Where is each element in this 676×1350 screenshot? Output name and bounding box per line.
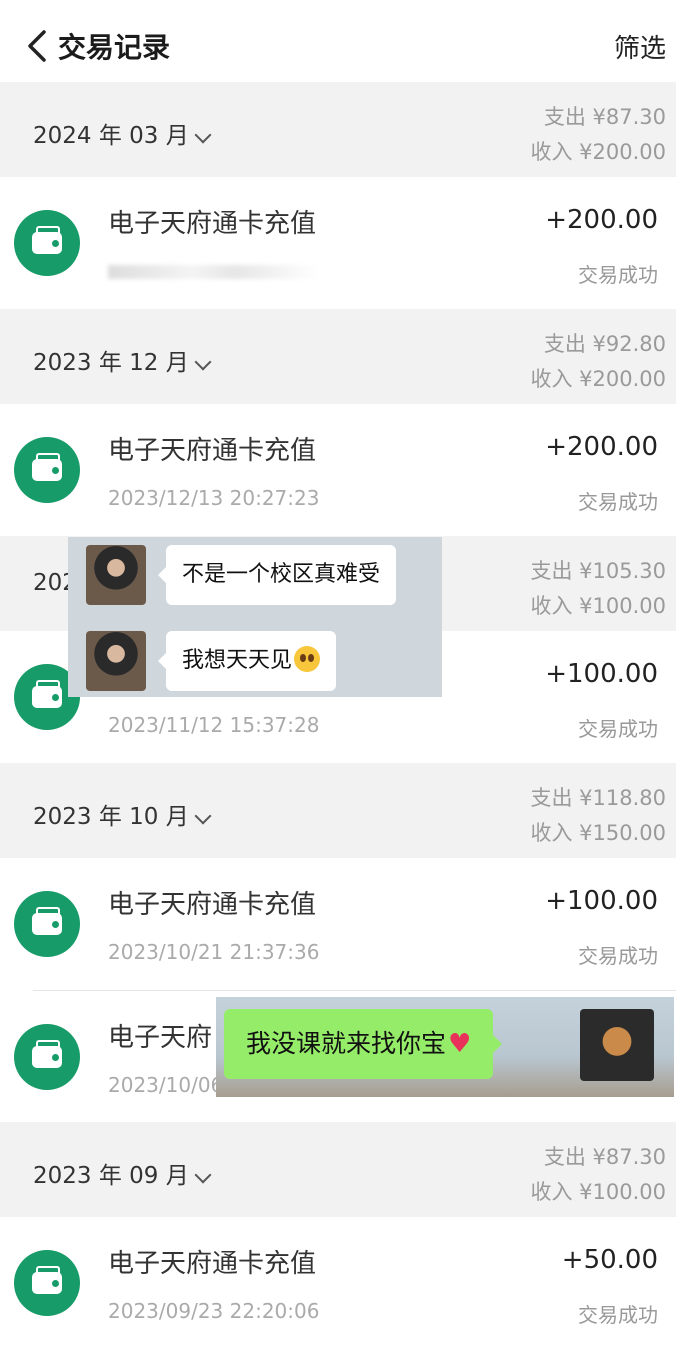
income-total: 收入 ¥100.00: [530, 594, 666, 618]
blurred-timestamp: [108, 265, 318, 279]
transaction-name: 电子天府: [108, 1023, 213, 1053]
wallet-icon: [14, 1024, 80, 1090]
chat-screenshot-overlay: 我没课就来找你宝♥: [216, 997, 674, 1097]
month-summary: 支出 ¥87.30 收入 ¥200.00: [530, 100, 666, 170]
transaction-name: 电子天府通卡充值: [108, 209, 317, 239]
wallet-icon: [14, 1250, 80, 1316]
transaction-time: 2023/11/12 15:37:28: [108, 713, 320, 737]
month-selector[interactable]: 2023 年 10 月: [33, 797, 212, 831]
top-bar: 交易记录 筛选: [0, 0, 676, 82]
transaction-status: 交易成功: [578, 944, 658, 968]
transaction-name: 电子天府通卡充值: [108, 1249, 317, 1279]
avatar: [580, 1009, 654, 1081]
transaction-status: 交易成功: [578, 1303, 658, 1327]
expense-total: 支出 ¥87.30: [543, 1145, 666, 1169]
month-selector[interactable]: 2023 年 09 月: [33, 1156, 212, 1190]
transaction-amount: +100.00: [545, 886, 658, 916]
transaction-status: 交易成功: [578, 263, 658, 287]
pleading-face-icon: [294, 646, 321, 672]
wallet-icon: [14, 210, 80, 276]
expense-total: 支出 ¥87.30: [543, 105, 666, 129]
wallet-icon: [14, 437, 80, 503]
month-header: 2024 年 03 月 支出 ¥87.30 收入 ¥200.00: [0, 82, 676, 177]
month-summary: 支出 ¥118.80 收入 ¥150.00: [530, 781, 666, 851]
transaction-amount: +50.00: [561, 1245, 658, 1275]
income-total: 收入 ¥200.00: [530, 140, 666, 164]
month-header: 2023 年 12 月 支出 ¥92.80 收入 ¥200.00: [0, 309, 676, 404]
month-selector[interactable]: 2024 年 03 月: [33, 116, 212, 150]
transaction-row[interactable]: 电子天府通卡充值 2023/12/13 20:27:23 +200.00 交易成…: [0, 404, 676, 537]
transaction-time: 2023/10/21 21:37:36: [108, 940, 320, 964]
page-title: 交易记录: [58, 31, 171, 64]
transaction-status: 交易成功: [578, 717, 658, 741]
chevron-down-icon: [194, 1166, 212, 1184]
avatar: [86, 631, 146, 691]
month-selector[interactable]: 2023 年 12 月: [33, 343, 212, 377]
chevron-down-icon: [194, 807, 212, 825]
filter-button[interactable]: 筛选: [614, 28, 666, 65]
month-header: 2023 年 09 月 支出 ¥87.30 收入 ¥100.00: [0, 1122, 676, 1217]
transaction-amount: +200.00: [545, 205, 658, 235]
chat-bubble: 我没课就来找你宝♥: [224, 1009, 503, 1079]
expense-total: 支出 ¥105.30: [530, 559, 666, 583]
transaction-row[interactable]: 电子天府通卡充值 +200.00 交易成功: [0, 177, 676, 310]
wallet-icon: [14, 891, 80, 957]
back-chevron-icon[interactable]: [22, 26, 54, 66]
income-total: 收入 ¥150.00: [530, 821, 666, 845]
month-summary: 支出 ¥87.30 收入 ¥100.00: [530, 1140, 666, 1210]
month-header: 2023 年 10 月 支出 ¥118.80 收入 ¥150.00: [0, 763, 676, 858]
transaction-amount: +100.00: [545, 659, 658, 689]
transaction-time: 2023/10/06: [108, 1073, 224, 1097]
income-total: 收入 ¥100.00: [530, 1180, 666, 1204]
transaction-row[interactable]: 电子天府通卡充值 2023/09/23 22:20:06 +50.00 交易成功: [0, 1217, 676, 1350]
chat-bubble: 不是一个校区真难受: [157, 545, 397, 605]
chat-bubble: 我想天天见: [157, 631, 337, 691]
month-summary: 支出 ¥105.30 收入 ¥100.00: [530, 554, 666, 624]
chevron-down-icon: [194, 353, 212, 371]
transaction-amount: +200.00: [545, 432, 658, 462]
transaction-name: 电子天府通卡充值: [108, 890, 317, 920]
transaction-time: 2023/09/23 22:20:06: [108, 1299, 320, 1323]
transaction-status: 交易成功: [578, 490, 658, 514]
month-summary: 支出 ¥92.80 收入 ¥200.00: [530, 327, 666, 397]
avatar: [86, 545, 146, 605]
transaction-time: 2023/12/13 20:27:23: [108, 486, 320, 510]
income-total: 收入 ¥200.00: [530, 367, 666, 391]
expense-total: 支出 ¥118.80: [530, 786, 666, 810]
heart-icon: ♥: [448, 1029, 472, 1059]
chat-screenshot-overlay: 不是一个校区真难受 我想天天见: [68, 537, 442, 697]
chevron-down-icon: [194, 126, 212, 144]
expense-total: 支出 ¥92.80: [543, 332, 666, 356]
transaction-name: 电子天府通卡充值: [108, 436, 317, 466]
transaction-row[interactable]: 电子天府通卡充值 2023/10/21 21:37:36 +100.00 交易成…: [0, 858, 676, 991]
